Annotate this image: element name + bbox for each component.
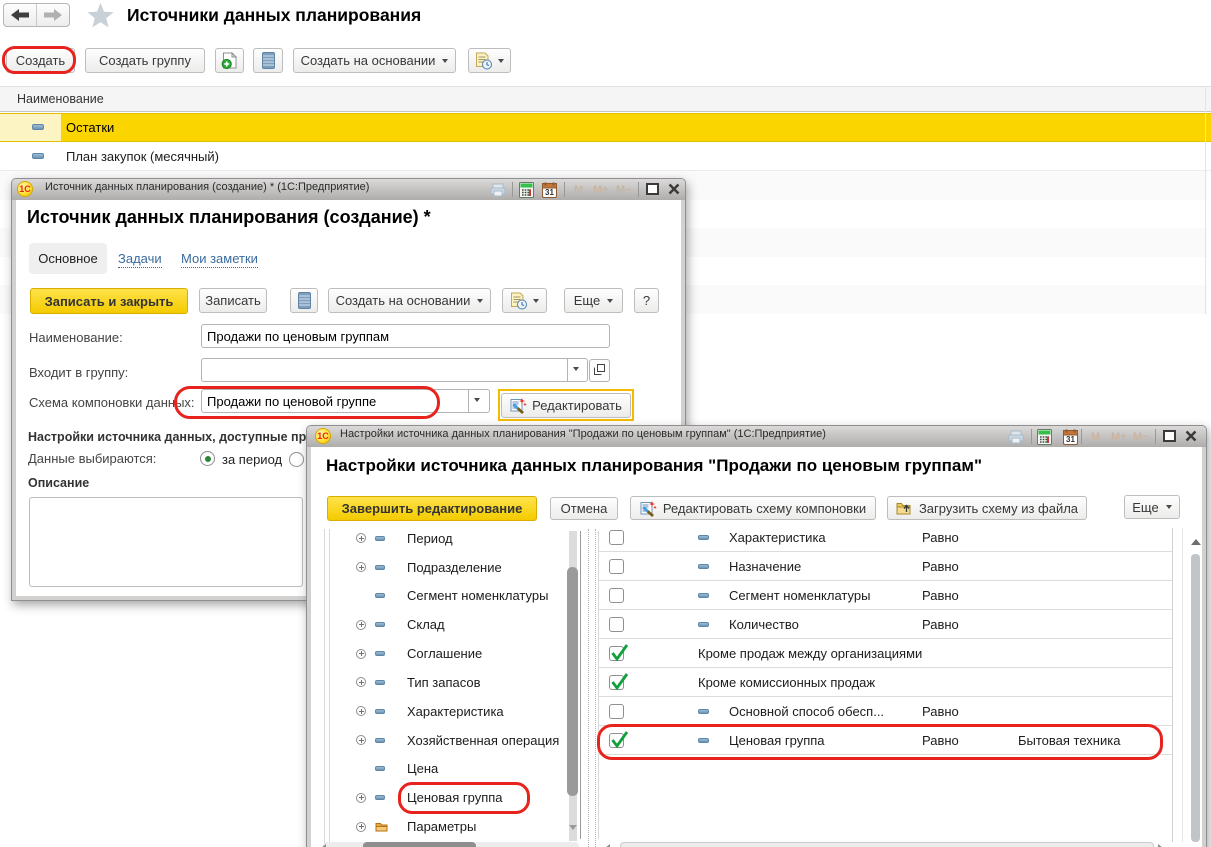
svg-text:31: 31	[545, 188, 554, 197]
svg-text:31: 31	[1066, 435, 1075, 444]
